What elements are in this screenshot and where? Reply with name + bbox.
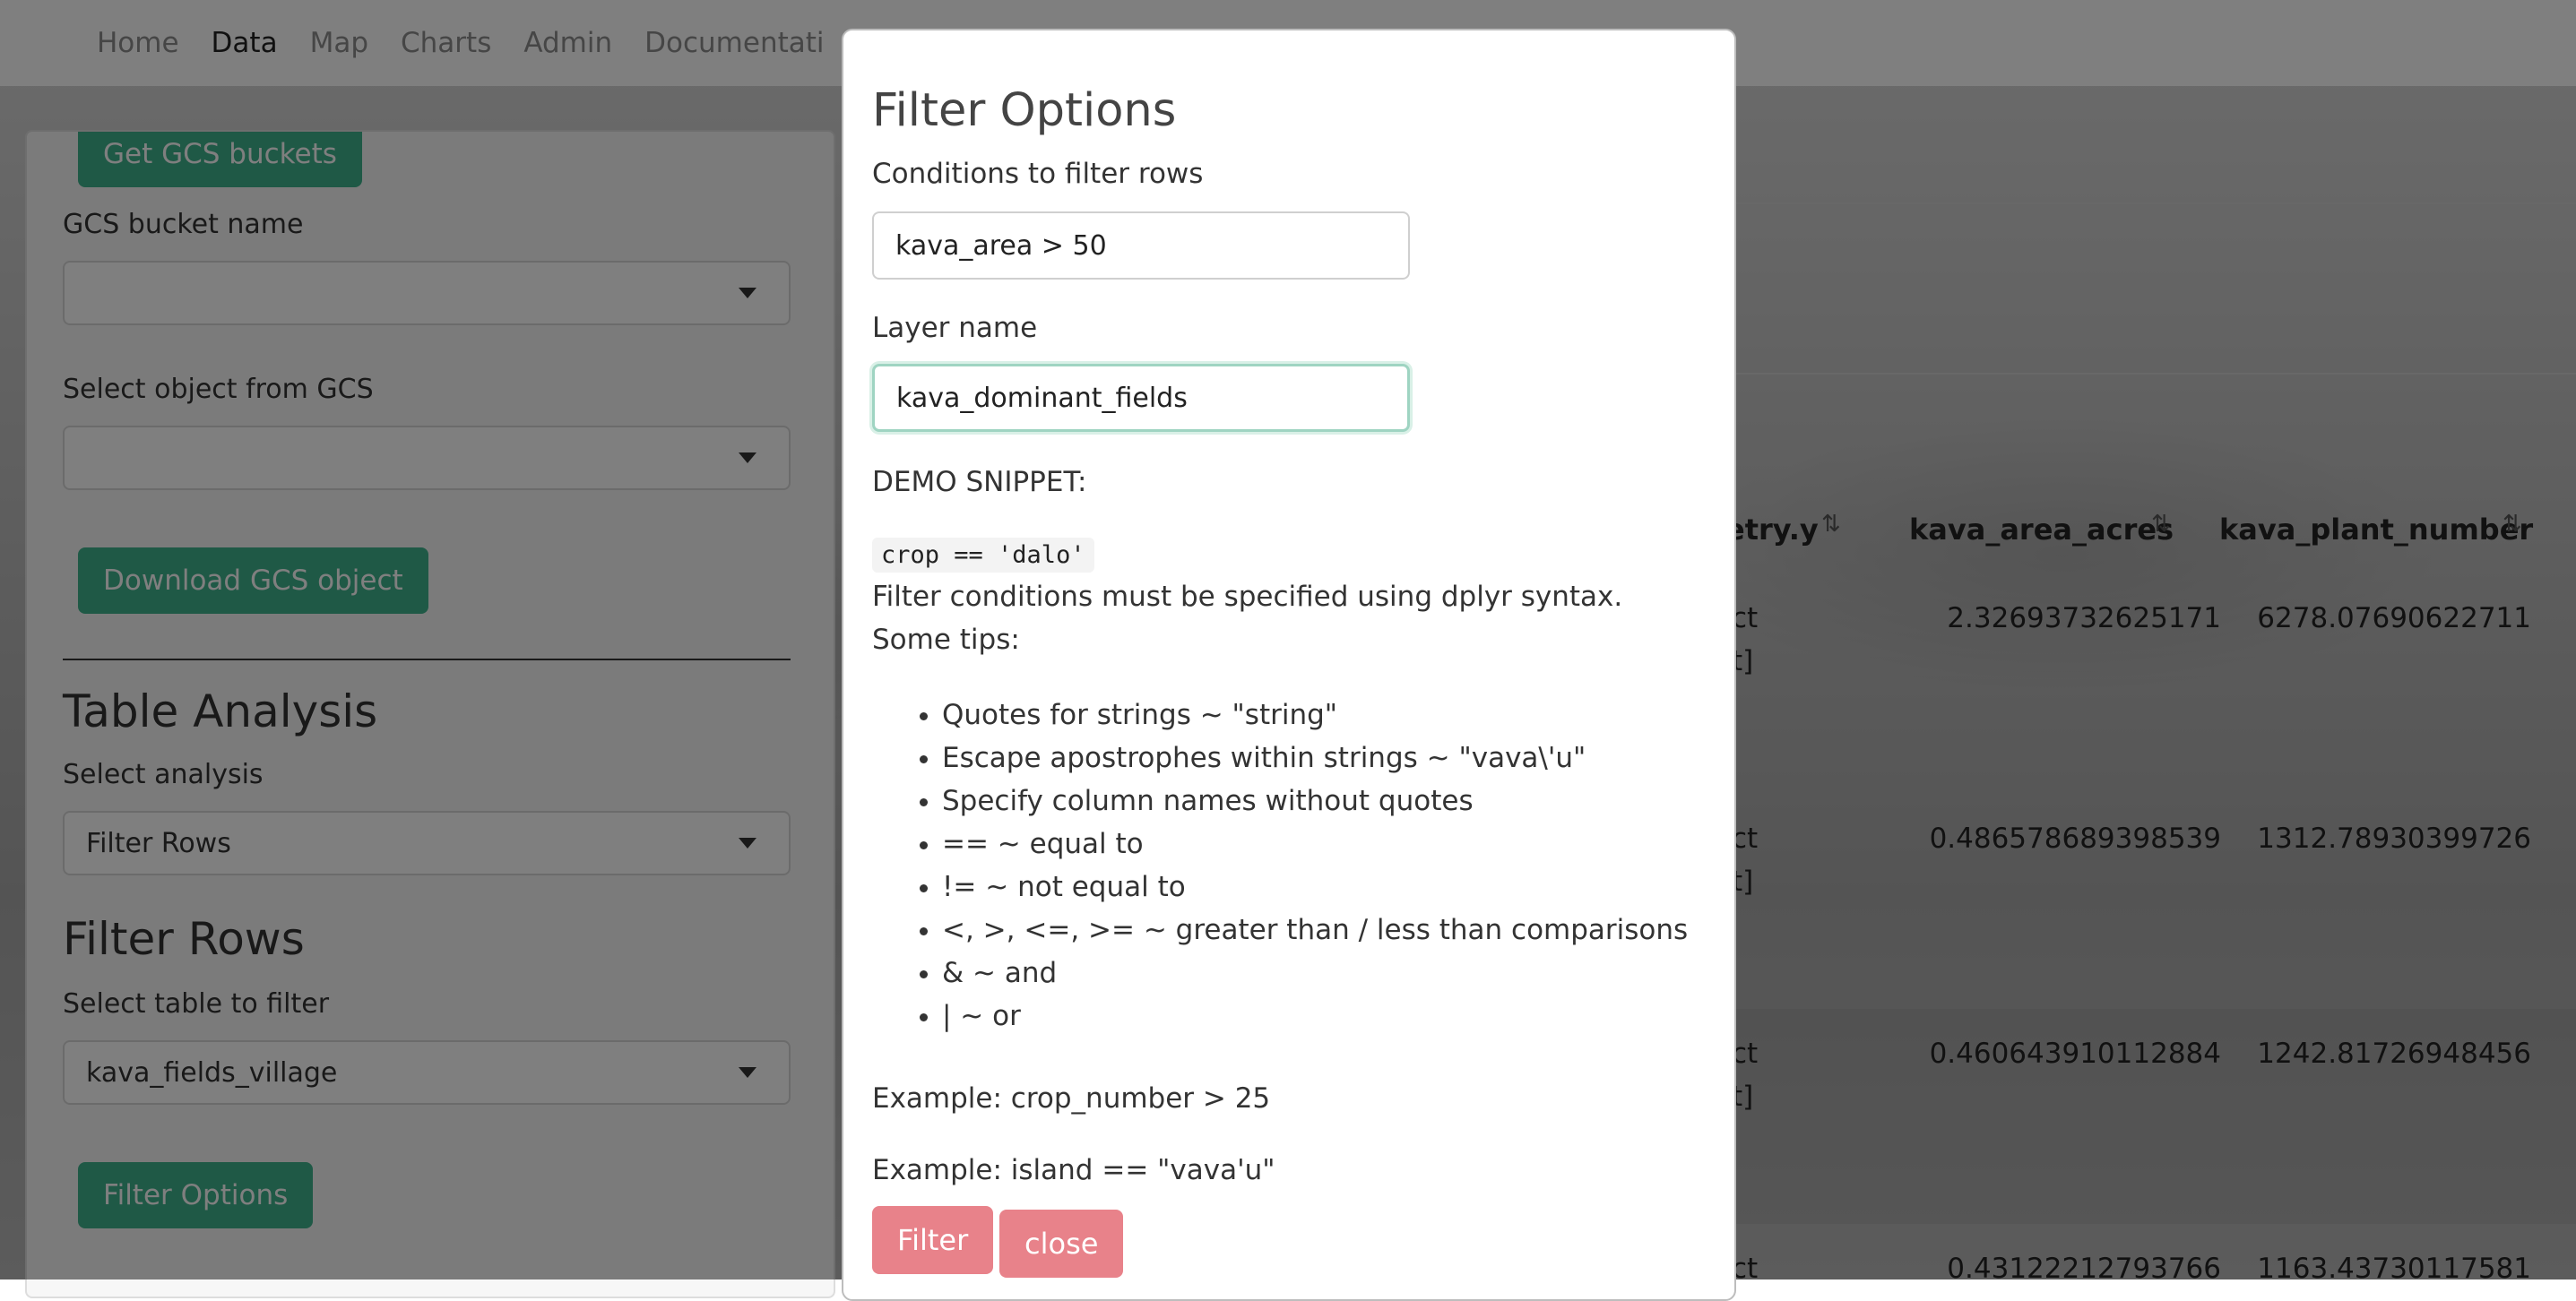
layer-name-label: Layer name xyxy=(872,312,1038,344)
demo-snippet-label: DEMO SNIPPET: xyxy=(872,466,1087,498)
conditions-label: Conditions to filter rows xyxy=(872,158,1204,190)
tip-item: Specify column names without quotes xyxy=(942,780,1688,823)
filter-button[interactable]: Filter xyxy=(872,1206,994,1274)
syntax-note: Filter conditions must be specified usin… xyxy=(872,581,1623,656)
tip-item: & ~ and xyxy=(942,952,1688,995)
tip-item: | ~ or xyxy=(942,995,1688,1038)
filter-options-modal: Filter Options Conditions to filter rows… xyxy=(842,29,1736,1301)
tip-item: != ~ not equal to xyxy=(942,866,1688,909)
layer-name-input[interactable] xyxy=(872,364,1410,432)
close-button[interactable]: close xyxy=(999,1210,1124,1278)
modal-title: Filter Options xyxy=(872,84,1177,137)
tip-item: Quotes for strings ~ "string" xyxy=(942,694,1688,737)
tip-item: Escape apostrophes within strings ~ "vav… xyxy=(942,737,1688,780)
example-crop-number: Example: crop_number > 25 xyxy=(872,1082,1271,1115)
tip-item: <, >, <=, >= ~ greater than / less than … xyxy=(942,909,1688,952)
tips-list: Quotes for strings ~ "string" Escape apo… xyxy=(872,694,1688,1038)
conditions-input[interactable] xyxy=(872,211,1410,280)
tip-item: == ~ equal to xyxy=(942,823,1688,866)
demo-snippet-code: crop == 'dalo' xyxy=(872,538,1094,573)
example-island: Example: island == "vava'u" xyxy=(872,1154,1275,1186)
